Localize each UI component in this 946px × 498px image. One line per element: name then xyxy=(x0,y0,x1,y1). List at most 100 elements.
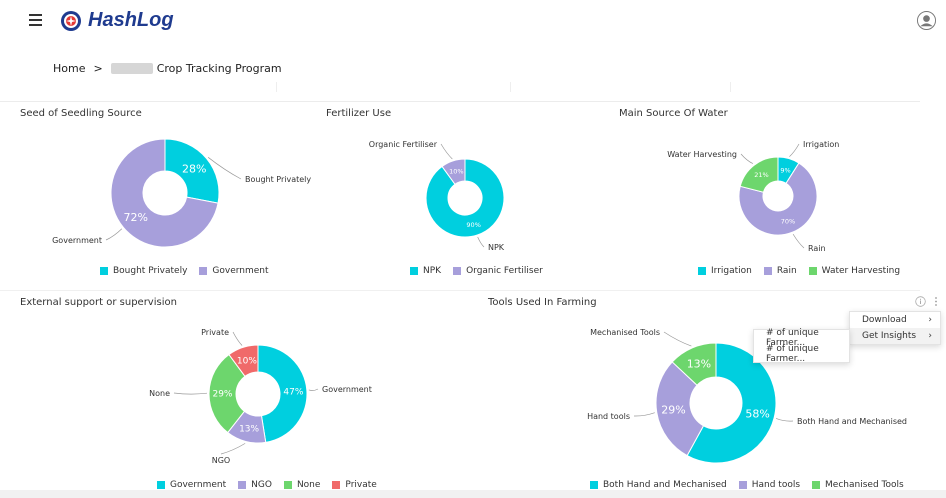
legend-label: Water Harvesting xyxy=(821,266,901,276)
legend-label: Both Hand and Mechanised xyxy=(603,480,727,490)
legend-item[interactable]: None xyxy=(283,480,321,490)
legend-label: Mechanised Tools xyxy=(825,480,904,490)
legend-tools: Both Hand and Mechanised Hand tools Mechan… xyxy=(590,480,916,490)
callout-label: Private xyxy=(201,328,229,337)
legend-item[interactable]: Hand tools xyxy=(738,480,801,490)
chevron-right-icon: › xyxy=(928,331,932,341)
slice-value-label: 28% xyxy=(182,163,206,176)
legend-swatch xyxy=(812,481,821,489)
legend-swatch xyxy=(283,481,292,489)
callout-label: Mechanised Tools xyxy=(590,328,660,337)
callout-label: Bought Privately xyxy=(245,175,311,184)
legend-label: NPK xyxy=(423,266,442,276)
callout-label: NGO xyxy=(212,456,230,465)
callout-label: Government xyxy=(52,236,102,245)
legend-item[interactable]: Government xyxy=(157,480,226,490)
legend-seed: Bought Privately Government xyxy=(100,266,281,276)
callout-label: Government xyxy=(322,385,372,394)
legend-item[interactable]: Organic Fertiliser xyxy=(453,266,543,276)
callout-label: Organic Fertiliser xyxy=(369,140,438,149)
context-menu: Download › Get Insights › xyxy=(849,311,941,345)
slice-value-label: 72% xyxy=(123,211,147,224)
callout-line xyxy=(105,228,123,241)
callout-label: Hand tools xyxy=(587,412,630,421)
legend-fertilizer: NPK Organic Fertiliser xyxy=(410,266,555,276)
callout-line xyxy=(792,233,805,249)
legend-water: Irrigation Rain Water Harvesting xyxy=(698,266,912,276)
slice-value-label: 29% xyxy=(661,404,685,417)
callout-line xyxy=(440,143,453,160)
legend-swatch xyxy=(410,267,418,275)
legend-swatch xyxy=(453,267,462,275)
legend-label: Private xyxy=(345,480,377,490)
callout-line xyxy=(232,331,243,346)
callout-line xyxy=(775,418,794,422)
legend-item[interactable]: NPK xyxy=(410,266,441,276)
legend-swatch xyxy=(808,267,817,275)
legend-label: NGO xyxy=(251,480,272,490)
callout-label: Both Hand and Mechanised xyxy=(797,417,907,426)
legend-swatch xyxy=(763,267,772,275)
legend-label: Bought Privately xyxy=(113,266,188,276)
callout-line xyxy=(740,153,754,164)
callout-line xyxy=(220,443,246,455)
charts-canvas: 28% Bought Privately 72% Government 90% NPK 10… xyxy=(52,138,907,465)
legend-item[interactable]: Bought Privately xyxy=(100,266,187,276)
legend-swatch xyxy=(332,481,341,489)
slice-value-label: 90% xyxy=(466,221,480,229)
legend-swatch xyxy=(698,267,706,275)
menu-item-download[interactable]: Download › xyxy=(850,312,940,328)
slice-value-label: 13% xyxy=(687,357,711,370)
callout-line xyxy=(477,236,485,248)
legend-swatch xyxy=(157,481,165,489)
get-insights-label: Get Insights xyxy=(862,331,917,341)
chevron-right-icon: › xyxy=(928,315,932,325)
legend-label: Government xyxy=(170,480,227,490)
slice-value-label: 10% xyxy=(237,356,257,366)
legend-swatch xyxy=(590,481,598,489)
slice-value-label: 21% xyxy=(754,171,768,179)
legend-swatch xyxy=(238,481,247,489)
submenu-item-label: # of unique Farmer... xyxy=(766,344,819,364)
legend-swatch xyxy=(199,267,208,275)
callout-line xyxy=(308,388,319,391)
callout-line xyxy=(633,412,655,417)
callout-label: None xyxy=(149,389,170,398)
legend-item[interactable]: Water Harvesting xyxy=(808,266,901,276)
legend-label: None xyxy=(296,480,321,490)
legend-item[interactable]: Both Hand and Mechanised xyxy=(590,480,727,490)
callout-line xyxy=(173,392,208,395)
legend-item[interactable]: Private xyxy=(332,480,377,490)
menu-item-get-insights[interactable]: Get Insights › xyxy=(850,328,940,344)
slice-value-label: 10% xyxy=(449,168,463,176)
slice-value-label: 29% xyxy=(212,390,232,400)
slice-value-label: 9% xyxy=(780,166,790,174)
legend-item[interactable]: Rain xyxy=(763,266,797,276)
legend-support: Government NGO None Private xyxy=(157,480,389,490)
download-label: Download xyxy=(862,315,907,325)
slice-value-label: 70% xyxy=(781,217,795,225)
legend-item[interactable]: Government xyxy=(199,266,269,276)
legend-label: Hand tools xyxy=(751,480,801,490)
legend-item[interactable]: NGO xyxy=(238,480,272,490)
legend-swatch xyxy=(738,481,747,489)
callout-line xyxy=(789,143,800,157)
legend-item[interactable]: Irrigation xyxy=(698,266,752,276)
insights-submenu: # of unique Farmer... # of unique Farmer… xyxy=(753,328,850,364)
legend-item[interactable]: Mechanised Tools xyxy=(812,480,904,490)
callout-label: Water Harvesting xyxy=(667,150,737,159)
callout-label: Rain xyxy=(808,244,826,253)
callout-label: NPK xyxy=(488,243,505,252)
legend-label: Rain xyxy=(776,266,797,276)
legend-label: Organic Fertiliser xyxy=(466,266,543,276)
callout-label: Irrigation xyxy=(803,140,839,149)
slice-value-label: 47% xyxy=(283,387,303,397)
slice-value-label: 58% xyxy=(745,408,769,421)
legend-label: Irrigation xyxy=(711,266,752,276)
footer-bar xyxy=(0,490,946,498)
submenu-item[interactable]: # of unique Farmer... xyxy=(754,344,849,364)
callout-line xyxy=(663,331,692,347)
legend-label: Government xyxy=(212,266,269,276)
legend-swatch xyxy=(100,267,108,275)
slice-value-label: 13% xyxy=(239,425,259,435)
